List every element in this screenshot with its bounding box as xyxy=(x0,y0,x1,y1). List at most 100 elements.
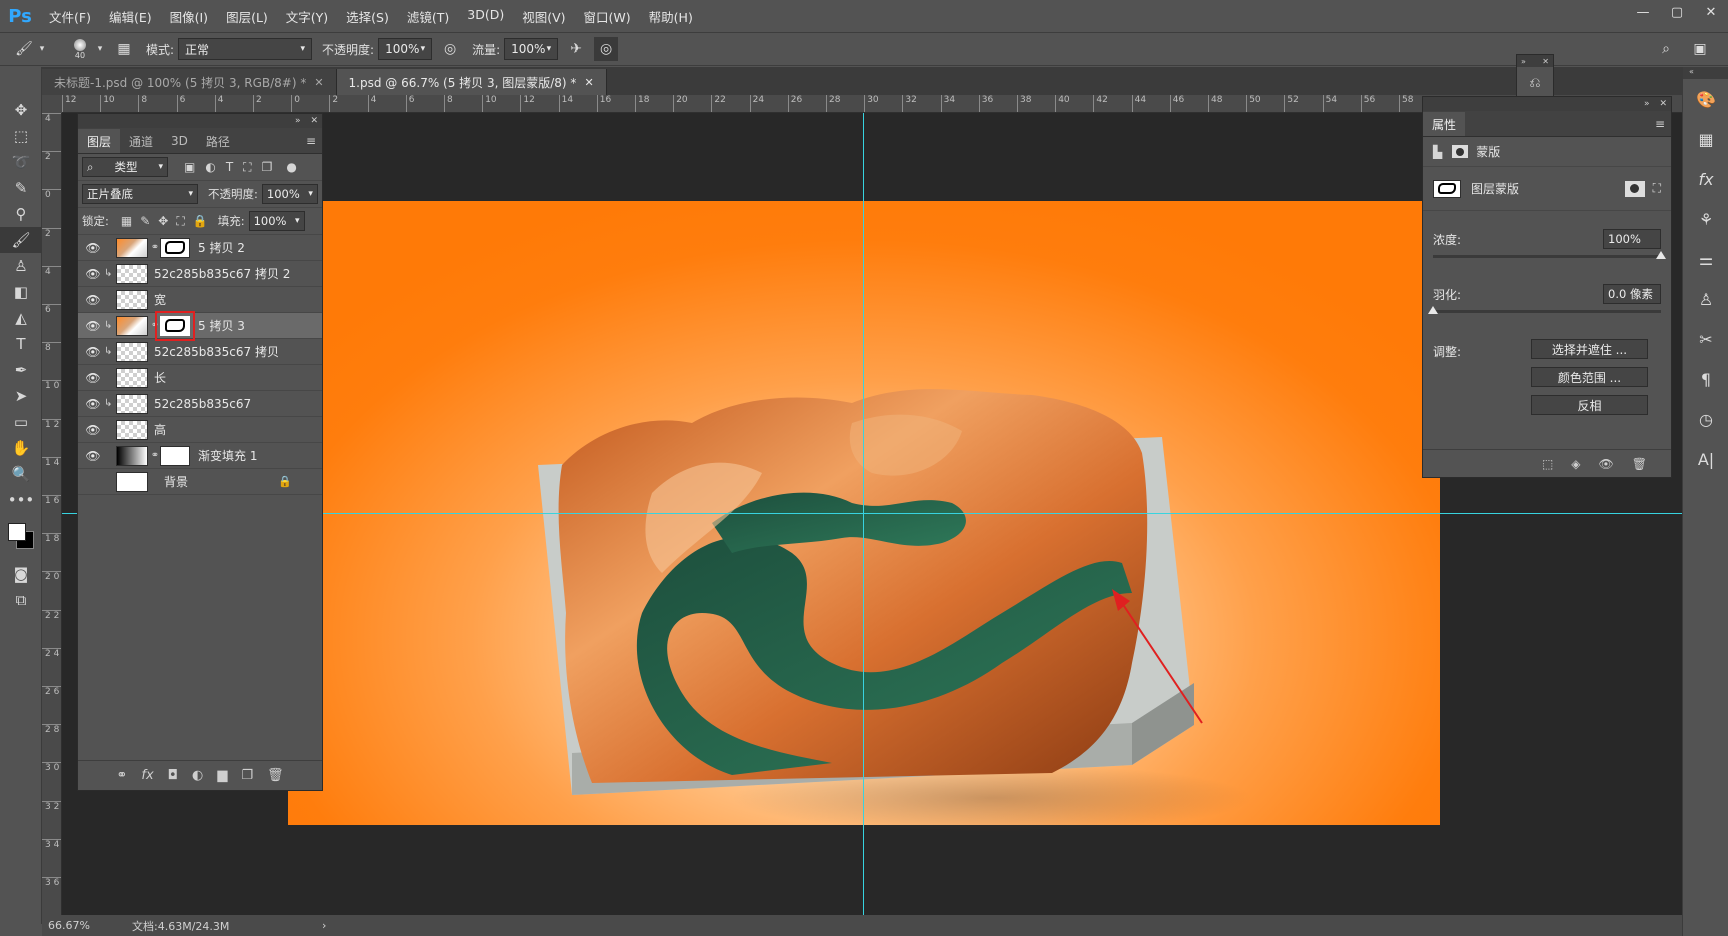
menu-item-8[interactable]: 视图(V) xyxy=(513,7,574,26)
rectangle-tool-icon[interactable]: ▭ xyxy=(0,409,42,435)
adjustment-layer-icon[interactable]: ◐ xyxy=(192,768,203,783)
path-select-tool-icon[interactable]: ➤ xyxy=(0,383,42,409)
pressure-opacity-icon[interactable]: ◎ xyxy=(438,37,462,61)
fill-input[interactable]: 100% ▾ xyxy=(248,211,305,231)
lasso-tool-icon[interactable]: ➰ xyxy=(0,149,42,175)
tab-untitled-1[interactable]: 未标题-1.psd @ 100% (5 拷贝 3, RGB/8#) * ✕ xyxy=(42,69,337,95)
menu-item-2[interactable]: 图像(I) xyxy=(161,7,217,26)
tab-layers[interactable]: 图层 xyxy=(78,129,121,153)
marquee-tool-icon[interactable]: ⬚ xyxy=(0,123,42,149)
airbrush-icon[interactable]: ✈ xyxy=(564,37,588,61)
layer-row[interactable]: 👁 ⚭ 5 拷贝 2 xyxy=(78,235,322,261)
tool-presets-icon[interactable]: ✂ xyxy=(1683,319,1728,359)
density-input[interactable]: 100% xyxy=(1603,229,1661,249)
eye-hidden-icon[interactable]: 👁 xyxy=(82,475,104,489)
density-slider-knob[interactable] xyxy=(1656,251,1666,259)
adjustments-panel-icon[interactable]: ⚌ xyxy=(1683,239,1728,279)
swatches-panel-icon[interactable]: ▦ xyxy=(1683,119,1728,159)
panel-menu-icon[interactable]: ≡ xyxy=(1655,117,1665,131)
link-icon[interactable]: ⚭ xyxy=(150,320,160,331)
invert-button[interactable]: 反相 xyxy=(1531,395,1648,415)
pressure-size-icon[interactable]: ◎ xyxy=(594,37,619,61)
delete-mask-icon[interactable]: 🗑 xyxy=(1632,457,1647,471)
tab-1-psd[interactable]: 1.psd @ 66.7% (5 拷贝 3, 图层蒙版/8) * ✕ xyxy=(336,69,607,95)
lock-all-icon[interactable]: 🔒 xyxy=(193,214,208,228)
add-vector-mask-icon[interactable]: ⛶ xyxy=(1653,181,1661,196)
layer-row[interactable]: 👁 ↳ 52c285b835c67 xyxy=(78,391,322,417)
layer-row[interactable]: 👁 ↳ 52c285b835c67 拷贝 2 xyxy=(78,261,322,287)
layer-row[interactable]: 👁 高 xyxy=(78,417,322,443)
lock-position-icon[interactable]: ✥ xyxy=(158,214,168,228)
close-icon[interactable]: ✕ xyxy=(310,116,318,126)
menu-item-1[interactable]: 编辑(E) xyxy=(100,7,161,26)
filter-shape-icon[interactable]: ⛶ xyxy=(243,160,251,175)
eye-icon[interactable]: 👁 xyxy=(82,345,104,359)
screen-mode-icon[interactable]: ⧉ xyxy=(0,587,42,613)
eye-icon[interactable]: 👁 xyxy=(82,293,104,307)
filter-pixel-icon[interactable]: ▣ xyxy=(184,160,195,174)
layer-row-selected[interactable]: 👁 ↳ ⚭ 5 拷贝 3 xyxy=(78,310,322,341)
menu-item-9[interactable]: 窗口(W) xyxy=(575,7,640,26)
color-range-button[interactable]: 颜色范围 ... xyxy=(1531,367,1648,387)
menu-item-10[interactable]: 帮助(H) xyxy=(640,7,702,26)
new-group-icon[interactable]: ▆ xyxy=(217,768,227,783)
tab-paths[interactable]: 路径 xyxy=(197,129,239,153)
more-tools-icon[interactable]: ••• xyxy=(0,487,42,513)
zoom-tool-icon[interactable]: 🔍 xyxy=(0,461,42,487)
pixel-mask-icon[interactable]: ▙ xyxy=(1433,145,1442,159)
eye-icon[interactable]: 👁 xyxy=(82,371,104,385)
brush-panel-toggle-icon[interactable]: ▦ xyxy=(112,37,136,61)
layer-mask-thumbnail[interactable] xyxy=(160,445,190,466)
select-and-mask-button[interactable]: 选择并遮住 ... xyxy=(1531,339,1648,359)
paint-bucket-tool-icon[interactable]: ◭ xyxy=(0,305,42,331)
tab-channels[interactable]: 通道 xyxy=(120,129,162,153)
mode-select[interactable]: 正常 ▾ xyxy=(178,38,313,60)
layer-row[interactable]: 👁 ⚭ 渐变填充 1 xyxy=(78,443,322,469)
collapse-icon[interactable]: » xyxy=(295,116,301,126)
eye-icon[interactable]: 👁 xyxy=(82,267,104,281)
foreground-color-swatch[interactable] xyxy=(8,523,26,541)
eraser-tool-icon[interactable]: ◧ xyxy=(0,279,42,305)
link-icon[interactable]: ⚭ xyxy=(150,450,160,461)
menu-item-0[interactable]: 文件(F) xyxy=(40,7,100,26)
zoom-level[interactable]: 66.67% xyxy=(42,919,112,932)
chevron-down-icon[interactable]: ▾ xyxy=(94,37,106,61)
filter-toggle-icon[interactable]: ● xyxy=(286,160,296,174)
color-panel-icon[interactable]: 🎨 xyxy=(1683,79,1728,119)
layer-row[interactable]: 👁 背景 🔒 xyxy=(78,469,322,495)
maximize-button[interactable]: ▢ xyxy=(1660,0,1694,24)
load-selection-icon[interactable]: ⬚ xyxy=(1542,457,1553,471)
add-mask-icon[interactable]: ◘ xyxy=(168,768,178,783)
panel-menu-icon[interactable]: ≡ xyxy=(306,134,316,148)
layer-style-icon[interactable]: fx xyxy=(141,768,153,783)
lock-artboard-icon[interactable]: ⛶ xyxy=(176,214,184,229)
chevron-down-icon[interactable]: ▾ xyxy=(36,37,48,61)
menu-item-3[interactable]: 图层(L) xyxy=(217,7,277,26)
close-icon[interactable]: ✕ xyxy=(314,76,323,89)
eye-icon[interactable]: 👁 xyxy=(1599,457,1614,471)
vector-mask-icon[interactable] xyxy=(1452,145,1469,158)
close-icon[interactable]: ✕ xyxy=(584,76,593,89)
libraries-panel-icon[interactable]: ♙ xyxy=(1683,279,1728,319)
layer-mask-thumbnail[interactable] xyxy=(160,237,190,258)
filter-adjustment-icon[interactable]: ◐ xyxy=(205,160,215,174)
add-pixel-mask-icon[interactable] xyxy=(1624,180,1645,197)
tab-3d[interactable]: 3D xyxy=(162,129,197,153)
brush-tool-preset-icon[interactable]: 🖌 xyxy=(12,37,36,61)
filter-type-icon[interactable]: T xyxy=(226,160,233,174)
move-tool-icon[interactable]: ✥ xyxy=(0,97,42,123)
layer-row[interactable]: 👁 长 xyxy=(78,365,322,391)
color-swatches[interactable] xyxy=(0,513,42,561)
lock-image-icon[interactable]: ✎ xyxy=(140,214,150,228)
stamp-tool-icon[interactable]: ♙ xyxy=(0,253,42,279)
eye-icon[interactable]: 👁 xyxy=(82,241,104,255)
feather-input[interactable]: 0.0 像素 xyxy=(1603,284,1661,304)
history-panel-icon[interactable]: ◷ xyxy=(1683,399,1728,439)
collapse-icon[interactable]: » ✕ xyxy=(1517,55,1553,67)
link-layers-icon[interactable]: ⚭ xyxy=(117,768,128,783)
workspace-switcher-icon[interactable]: ▣ xyxy=(1688,37,1712,61)
menu-item-5[interactable]: 选择(S) xyxy=(337,7,398,26)
eye-icon[interactable]: 👁 xyxy=(82,449,104,463)
quick-select-tool-icon[interactable]: ✎ xyxy=(0,175,42,201)
opacity-input[interactable]: 100% ▾ xyxy=(378,38,433,60)
